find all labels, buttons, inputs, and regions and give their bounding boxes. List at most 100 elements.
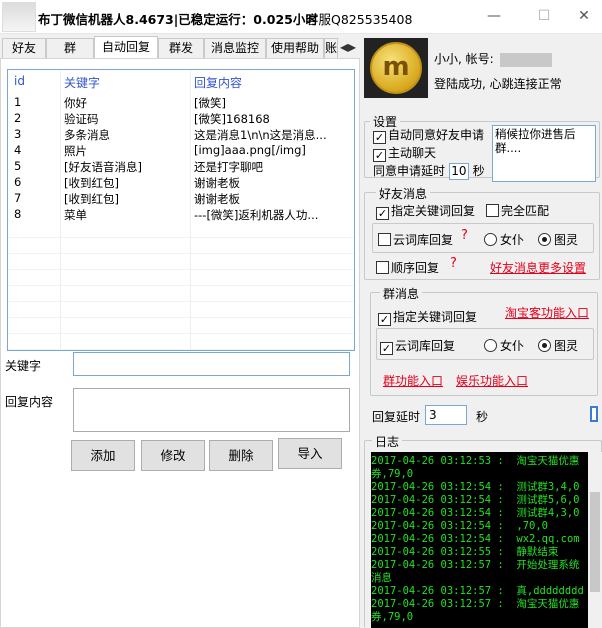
accept-delay-row: 同意申请延时 10 秒 bbox=[373, 162, 485, 180]
edit-button[interactable]: 修改 bbox=[141, 440, 205, 471]
table-row[interactable]: 3 多条消息 这是消息1\n\n这是消息... bbox=[8, 126, 354, 142]
reply-delay-input[interactable]: 3 bbox=[425, 405, 467, 425]
auto-chat-label: 主动聊天 bbox=[388, 146, 437, 160]
cell-id: 7 bbox=[14, 191, 22, 205]
greeting-message-textarea[interactable]: 稍候拉你进售后群.... bbox=[492, 125, 596, 182]
table-row[interactable]: 5 [好友语音消息] 还是打字聊吧 bbox=[8, 158, 354, 174]
exact-match-checkbox[interactable]: 完全匹配 bbox=[486, 202, 549, 219]
taobao-feature-link[interactable]: 淘宝客功能入口 bbox=[505, 304, 589, 321]
log-line: 2017-04-26 03:12:53 : 淘宝天猫优惠券,79,0 bbox=[371, 455, 580, 480]
login-status: 登陆成功, 心跳连接正常 bbox=[434, 77, 562, 91]
cell-reply: 谢谢老板 bbox=[194, 192, 240, 206]
group-cloud-reply-checkbox[interactable]: ✓ 云词库回复 bbox=[380, 337, 455, 355]
accept-delay-unit: 秒 bbox=[472, 164, 485, 178]
checkbox-checked-icon: ✓ bbox=[373, 149, 386, 162]
group-female-radio[interactable]: 女仆 bbox=[484, 337, 524, 354]
friend-keyword-reply-checkbox[interactable]: ✓ 指定关键词回复 bbox=[376, 202, 475, 220]
accept-delay-input[interactable]: 10 bbox=[448, 163, 469, 180]
group-tuling-label: 图灵 bbox=[554, 339, 579, 353]
empty-row bbox=[8, 302, 354, 318]
tab-groups[interactable]: 群 bbox=[46, 38, 94, 58]
table-row[interactable]: 7 [收到红包] 谢谢老板 bbox=[8, 190, 354, 206]
tab-friends[interactable]: 好友 bbox=[2, 38, 46, 58]
empty-row bbox=[8, 334, 354, 350]
reply-delay-unit: 秒 bbox=[476, 410, 489, 424]
add-button[interactable]: 添加 bbox=[71, 440, 135, 471]
log-scrollbar[interactable] bbox=[588, 452, 602, 628]
friend-cloud-reply-checkbox[interactable]: 云词库回复 bbox=[378, 231, 453, 248]
cell-id: 6 bbox=[14, 175, 22, 189]
account-id-redacted bbox=[499, 52, 552, 67]
cloud-help-icon[interactable]: ? bbox=[461, 228, 468, 243]
tab-broadcast[interactable]: 群发 bbox=[158, 38, 204, 58]
tab-bar: 好友 群 自动回复 群发 消息监控 使用帮助 账 ◂▸ bbox=[0, 36, 360, 58]
keyword-input[interactable] bbox=[73, 352, 350, 376]
group-feature-link[interactable]: 群功能入口 bbox=[383, 372, 443, 389]
cell-keyword: 多条消息 bbox=[64, 128, 110, 142]
empty-row bbox=[8, 270, 354, 286]
header-id[interactable]: id bbox=[14, 74, 58, 88]
tab-help[interactable]: 使用帮助 bbox=[266, 38, 324, 58]
friend-keyword-reply-label: 指定关键词回复 bbox=[391, 204, 476, 218]
log-line: 2017-04-26 03:12:57 : 开始处理系统消息 bbox=[371, 559, 580, 584]
empty-row bbox=[8, 254, 354, 270]
cell-keyword: [收到红包] bbox=[64, 192, 119, 206]
tab-account[interactable]: 账 bbox=[324, 38, 338, 58]
checkbox-unchecked-icon bbox=[378, 233, 391, 246]
accept-delay-label: 同意申请延时 bbox=[373, 164, 446, 178]
service-contact: 客服Q825535408 bbox=[306, 12, 413, 27]
friend-more-settings-link[interactable]: 好友消息更多设置 bbox=[490, 259, 586, 276]
cell-keyword: 菜单 bbox=[64, 208, 87, 222]
table-row[interactable]: 1 你好 [微笑] bbox=[8, 94, 354, 110]
order-help-icon[interactable]: ? bbox=[450, 256, 457, 271]
checkbox-checked-icon: ✓ bbox=[378, 313, 391, 326]
order-reply-label: 顺序回复 bbox=[391, 261, 440, 275]
reply-content-textarea[interactable] bbox=[73, 388, 350, 432]
friend-female-radio[interactable]: 女仆 bbox=[484, 231, 524, 248]
maximize-button[interactable]: ☐ bbox=[534, 6, 554, 26]
account-name: 小小, 帐号: bbox=[434, 50, 552, 67]
auto-chat-checkbox[interactable]: ✓ 主动聊天 bbox=[373, 144, 436, 162]
checkbox-checked-icon: ✓ bbox=[380, 342, 393, 355]
cell-reply: 这是消息1\n\n这是消息... bbox=[194, 128, 327, 142]
cell-keyword: 照片 bbox=[64, 144, 87, 158]
log-line: 2017-04-26 03:12:55 : 静默结束 bbox=[371, 546, 559, 558]
tab-message-monitor[interactable]: 消息监控 bbox=[204, 38, 266, 58]
header-reply[interactable]: 回复内容 bbox=[194, 74, 354, 91]
close-button[interactable]: ✕ bbox=[574, 6, 594, 26]
table-row[interactable]: 2 验证码 [微笑]168168 bbox=[8, 110, 354, 126]
log-scroll-thumb[interactable] bbox=[590, 492, 600, 592]
group-keyword-reply-checkbox[interactable]: ✓ 指定关键词回复 bbox=[378, 308, 477, 326]
table-row[interactable]: 6 [收到红包] 谢谢老板 bbox=[8, 174, 354, 190]
friend-message-title: 好友消息 bbox=[376, 185, 431, 202]
fun-feature-link[interactable]: 娱乐功能入口 bbox=[456, 372, 528, 389]
delete-button[interactable]: 删除 bbox=[209, 440, 273, 471]
radio-on-icon bbox=[538, 233, 551, 246]
log-line: 2017-04-26 03:12:54 : wx2.qq.com bbox=[371, 533, 580, 545]
reply-delay-label: 回复延时 bbox=[372, 410, 421, 424]
auto-accept-checkbox[interactable]: ✓ 自动同意好友申请 bbox=[373, 126, 484, 144]
tab-auto-reply[interactable]: 自动回复 bbox=[94, 36, 158, 58]
header-keyword[interactable]: 关键字 bbox=[64, 74, 188, 91]
minimize-button[interactable]: — bbox=[484, 6, 504, 26]
group-female-label: 女仆 bbox=[500, 339, 525, 353]
group-tuling-radio[interactable]: 图灵 bbox=[538, 337, 578, 354]
checkbox-checked-icon: ✓ bbox=[373, 131, 386, 144]
log-title: 日志 bbox=[372, 433, 403, 450]
friend-tuling-label: 图灵 bbox=[554, 233, 579, 247]
table-row[interactable]: 4 照片 [img]aaa.png[/img] bbox=[8, 142, 354, 158]
cell-reply: 还是打字聊吧 bbox=[194, 160, 263, 174]
reply-rules-table[interactable]: id 关键字 回复内容 1 你好 [微笑] 2 验证码 [微笑]168168 3 多条消息 这是… bbox=[7, 69, 355, 351]
import-button[interactable]: 导入 bbox=[278, 438, 342, 469]
delay-toggle[interactable] bbox=[590, 406, 598, 422]
cell-reply: [微笑] bbox=[194, 96, 226, 110]
friend-tuling-radio[interactable]: 图灵 bbox=[538, 231, 578, 248]
log-line: 2017-04-26 03:12:57 : 真,dddddddd bbox=[371, 585, 584, 597]
exact-match-label: 完全匹配 bbox=[501, 204, 550, 218]
log-output[interactable]: 2017-04-26 03:12:53 : 淘宝天猫优惠券,79,0 2017-0… bbox=[371, 452, 602, 628]
table-row[interactable]: 8 菜单 ---[微笑]返利机器人功... bbox=[8, 206, 354, 222]
tab-scroll-arrows-icon[interactable]: ◂▸ bbox=[338, 38, 358, 58]
order-reply-checkbox[interactable]: 顺序回复 bbox=[376, 259, 439, 276]
window-title: 布丁微信机器人8.4673|已稳定运行：0.025小时 bbox=[38, 12, 318, 27]
friend-cloud-reply-label: 云词库回复 bbox=[393, 233, 454, 247]
